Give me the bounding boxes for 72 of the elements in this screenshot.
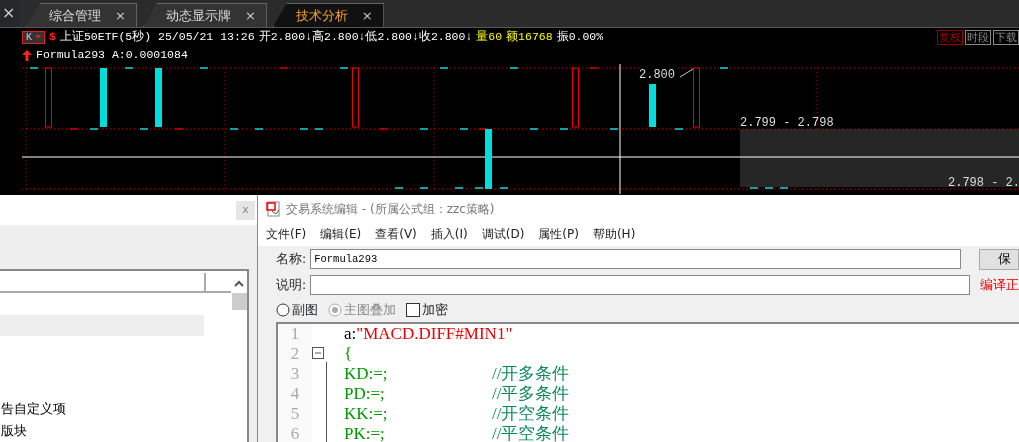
chart-button[interactable]: 时段 — [965, 30, 991, 45]
document-icon — [266, 200, 282, 217]
quote-text: 上证50ETF(5秒) 25/05/21 13:26 — [59, 29, 255, 46]
comment-text: //平多条件 — [492, 384, 570, 404]
menu-item[interactable]: 属性(P) — [538, 225, 579, 243]
candle — [45, 67, 52, 128]
quote-text: 振0.00% — [556, 29, 604, 46]
scroll-thumb[interactable] — [231, 293, 247, 310]
caret-icon[interactable] — [35, 34, 41, 40]
tab-close-button[interactable]: × — [115, 5, 126, 26]
quote-text: 量60 — [476, 29, 503, 46]
list-item[interactable]: 告自定义项 — [1, 398, 231, 420]
string-literal: "MACD.DIFF#MIN1" — [356, 324, 513, 344]
comment-text: //开空条件 — [492, 404, 570, 424]
period-button[interactable]: K — [22, 30, 45, 44]
menu-item[interactable]: 插入(I) — [430, 225, 468, 243]
up-arrow-icon — [22, 49, 32, 61]
field-label: 说明: — [276, 275, 307, 294]
candle — [485, 129, 492, 189]
code-text: PD:=; — [344, 384, 385, 404]
option-label: 副图 — [292, 300, 318, 319]
candle — [693, 67, 700, 128]
radio-button[interactable] — [276, 303, 290, 317]
tab[interactable]: 综合管理 × — [26, 3, 137, 27]
candle — [352, 67, 359, 128]
tab[interactable]: 技术分析 × — [272, 3, 384, 27]
line-number: 5 — [289, 404, 301, 424]
candle — [155, 68, 162, 127]
code-text: a: — [344, 324, 357, 344]
checkbox[interactable] — [406, 303, 420, 317]
menu-item[interactable]: 文件(F) — [266, 225, 307, 243]
tab-close-button[interactable]: × — [361, 5, 373, 26]
market-mark: $ — [49, 29, 56, 46]
line-number: 2 — [289, 344, 301, 364]
option-label: 加密 — [422, 300, 448, 319]
range-label: 2.798 - 2. — [948, 175, 1019, 192]
menu-item[interactable]: 编辑(E) — [320, 225, 362, 243]
save-button[interactable]: 保 — [979, 248, 1019, 270]
menu-item[interactable]: 调试(D) — [481, 225, 525, 243]
code-text: KD:=; — [344, 364, 388, 384]
close-button[interactable]: × — [0, 0, 20, 27]
window-title: 交易系统编辑 - (所属公式组：zzc策略) — [286, 200, 495, 218]
code-text: { — [344, 344, 353, 364]
quote-text: 额16768 — [506, 29, 553, 46]
list-item[interactable]: 版块 — [1, 420, 231, 442]
menu-item[interactable]: 帮助(H) — [592, 225, 636, 243]
chart-button[interactable]: 下载 — [993, 30, 1019, 45]
field-label: 名称: — [276, 249, 307, 268]
tab-close-button[interactable]: × — [244, 5, 256, 26]
code-text: KK:=; — [344, 404, 388, 424]
input-field[interactable]: Formula293 — [310, 249, 962, 269]
comment-text: //平空条件 — [492, 424, 570, 442]
input-field[interactable] — [310, 275, 970, 295]
status-text: 编译正 — [980, 275, 1019, 294]
scroll-up-icon[interactable] — [233, 279, 245, 289]
price-label: 2.800 — [639, 66, 675, 84]
option-label: 主图叠加 — [344, 300, 396, 319]
tab[interactable]: 动态显示牌 × — [142, 3, 267, 27]
candle — [100, 68, 107, 127]
line-number: 6 — [289, 424, 301, 442]
leader-line — [679, 68, 694, 78]
quote-text: 开2.800↓高2.800↓低2.800↓收2.800↓ — [258, 29, 473, 46]
menu-item[interactable]: 查看(V) — [375, 225, 417, 243]
indicator-text: Formula293 A:0.0001084 — [36, 47, 188, 64]
comment-text: //开多条件 — [492, 364, 570, 384]
line-number: 1 — [289, 324, 301, 344]
collapse-icon[interactable] — [312, 346, 324, 359]
range-label: 2.799 - 2.798 — [740, 115, 834, 132]
candle — [572, 67, 579, 128]
code-text: PK:=; — [344, 424, 385, 442]
line-number: 3 — [289, 364, 301, 384]
line-number: 4 — [289, 384, 301, 404]
